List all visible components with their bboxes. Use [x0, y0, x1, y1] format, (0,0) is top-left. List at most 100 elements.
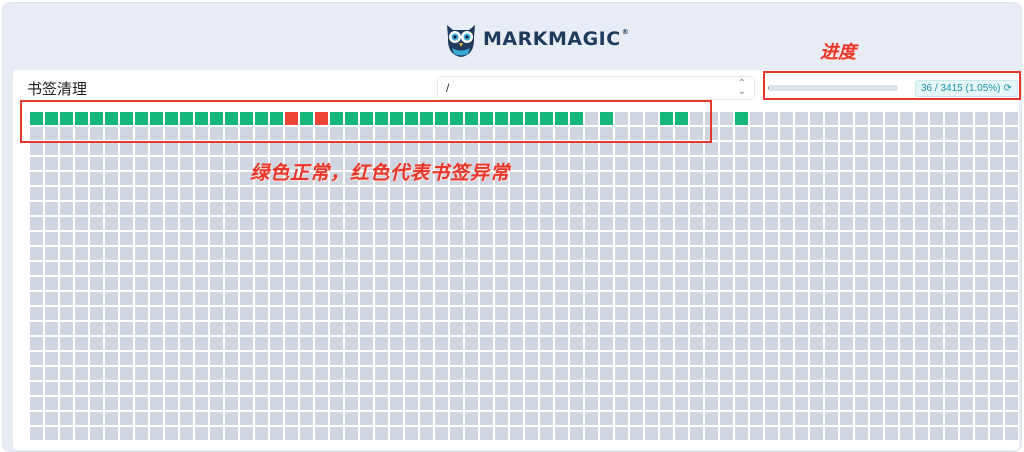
bookmark-cell-pending: [30, 217, 43, 230]
bookmark-cell-pending: [960, 172, 973, 185]
bookmark-cell-pending: [675, 292, 688, 305]
bookmark-cell-pending: [705, 172, 718, 185]
bookmark-cell-pending: [375, 127, 388, 140]
bookmark-cell-pending: [180, 292, 193, 305]
bookmark-cell-pending: [465, 427, 478, 440]
bookmark-cell-pending: [240, 292, 253, 305]
bookmark-cell-pending: [930, 112, 943, 125]
bookmark-cell-pending: [750, 247, 763, 260]
bookmark-cell-pending: [780, 262, 793, 275]
bookmark-cell-pending: [780, 397, 793, 410]
bookmark-cell-pending: [600, 322, 613, 335]
bookmark-cell-pending: [210, 127, 223, 140]
bookmark-cell-pending: [555, 322, 568, 335]
bookmark-cell-pending: [990, 142, 1003, 155]
path-select[interactable]: / ⌃ ⌄: [437, 76, 755, 100]
bookmark-cell-pending: [75, 427, 88, 440]
bookmark-cell-pending: [900, 337, 913, 350]
bookmark-cell-pending: [525, 427, 538, 440]
bookmark-cell-pending: [705, 157, 718, 170]
bookmark-cell-pending: [930, 172, 943, 185]
bookmark-cell-pending: [225, 247, 238, 260]
bookmark-cell-pending: [135, 202, 148, 215]
bookmark-cell-pending: [930, 127, 943, 140]
bookmark-cell-pending: [825, 172, 838, 185]
bookmark-cell-pending: [360, 352, 373, 365]
bookmark-cell-pending: [45, 127, 58, 140]
bookmark-cell-pending: [780, 247, 793, 260]
bookmark-cell-pending: [540, 127, 553, 140]
bookmark-cell-pending: [360, 337, 373, 350]
bookmark-cell-pending: [150, 397, 163, 410]
bookmark-cell-pending: [630, 142, 643, 155]
bookmark-cell-pending: [480, 307, 493, 320]
bookmark-cell-pending: [540, 232, 553, 245]
bookmark-cell-pending: [720, 277, 733, 290]
bookmark-cell-pending: [540, 352, 553, 365]
bookmark-cell-pending: [450, 382, 463, 395]
bookmark-cell-pending: [1005, 352, 1018, 365]
bookmark-cell-pending: [660, 217, 673, 230]
bookmark-cell-pending: [240, 142, 253, 155]
bookmark-cell-pending: [360, 217, 373, 230]
bookmark-cell-pending: [300, 352, 313, 365]
bookmark-cell-pending: [795, 112, 808, 125]
bookmark-cell-pending: [135, 172, 148, 185]
bookmark-cell-pending: [870, 142, 883, 155]
bookmark-cell-pending: [180, 157, 193, 170]
bookmark-cell-pending: [345, 337, 358, 350]
bookmark-cell-pending: [510, 292, 523, 305]
bookmark-cell-pending: [210, 202, 223, 215]
bookmark-cell-pending: [525, 247, 538, 260]
bookmark-cell-pending: [255, 322, 268, 335]
bookmark-cell-pending: [375, 367, 388, 380]
bookmark-cell-pending: [840, 382, 853, 395]
bookmark-cell-pending: [240, 337, 253, 350]
bookmark-cell-pending: [705, 427, 718, 440]
bookmark-cell-pending: [120, 187, 133, 200]
bookmark-cell-pending: [885, 157, 898, 170]
bookmark-cell-pending: [135, 277, 148, 290]
bookmark-cell-pending: [615, 337, 628, 350]
bookmark-cell-pending: [240, 217, 253, 230]
bookmark-cell-pending: [75, 292, 88, 305]
bookmark-cell-pending: [690, 232, 703, 245]
bookmark-cell-pending: [465, 352, 478, 365]
bookmark-cell-pending: [555, 217, 568, 230]
bookmark-cell-pending: [1005, 112, 1018, 125]
bookmark-cell-pending: [840, 322, 853, 335]
bookmark-cell-pending: [360, 232, 373, 245]
bookmark-cell-pending: [705, 352, 718, 365]
bookmark-cell-pending: [855, 172, 868, 185]
bookmark-cell-pending: [75, 127, 88, 140]
bookmark-cell-pending: [90, 352, 103, 365]
bookmark-cell-pending: [30, 247, 43, 260]
bookmark-cell-pending: [465, 382, 478, 395]
bookmark-cell-pending: [315, 427, 328, 440]
bookmark-cell-pending: [780, 307, 793, 320]
bookmark-cell-pending: [450, 412, 463, 425]
bookmark-cell-pending: [480, 217, 493, 230]
bookmark-cell-pending: [675, 367, 688, 380]
bookmark-cell-pending: [720, 367, 733, 380]
bookmark-cell-pending: [810, 337, 823, 350]
bookmark-cell-pending: [360, 142, 373, 155]
bookmark-cell-pending: [480, 187, 493, 200]
bookmark-cell-pending: [825, 412, 838, 425]
bookmark-cell-pending: [870, 202, 883, 215]
bookmark-cell-pending: [900, 112, 913, 125]
bookmark-cell-pending: [435, 202, 448, 215]
bookmark-cell-pending: [900, 382, 913, 395]
bookmark-cell-pending: [60, 412, 73, 425]
bookmark-cell-pending: [450, 322, 463, 335]
bookmark-cell-pending: [420, 277, 433, 290]
bookmark-cell-pending: [165, 427, 178, 440]
bookmark-cell-pending: [930, 292, 943, 305]
bookmark-cell-ok: [75, 112, 88, 125]
bookmark-cell-pending: [975, 112, 988, 125]
bookmark-cell-pending: [600, 397, 613, 410]
bookmark-cell-pending: [270, 232, 283, 245]
bookmark-cell-pending: [810, 247, 823, 260]
bookmark-cell-pending: [930, 307, 943, 320]
bookmark-cell-pending: [630, 427, 643, 440]
